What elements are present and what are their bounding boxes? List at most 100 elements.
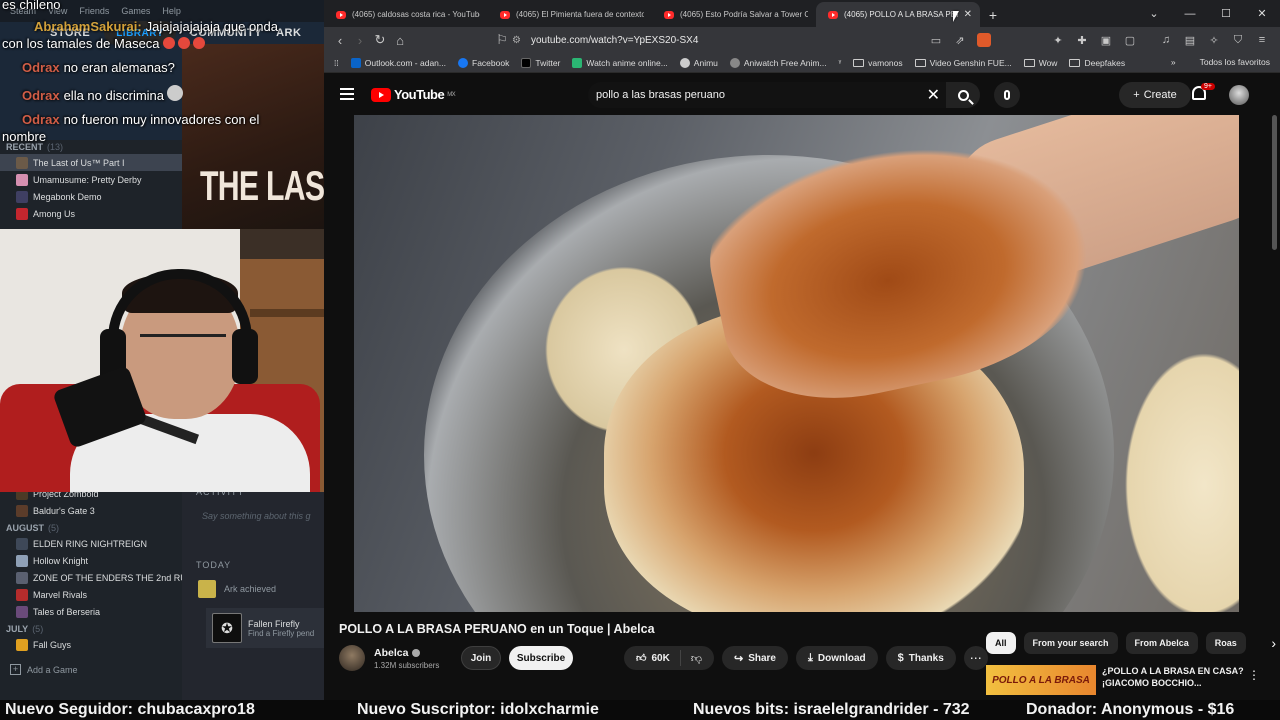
close-window-button[interactable]: ✕ [1244, 0, 1280, 27]
music-icon[interactable]: ♫ [1156, 30, 1176, 50]
vpn-icon[interactable]: ⛉ [1228, 30, 1248, 50]
clear-search-icon[interactable]: ✕ [927, 85, 940, 105]
chevron-right-icon[interactable]: › [1271, 635, 1276, 651]
home-button[interactable]: ⌂ [390, 30, 410, 50]
verified-icon [412, 648, 421, 657]
bookmark-folder[interactable]: vamonos [853, 58, 903, 68]
game-item[interactable]: Fall Guys [0, 636, 182, 653]
maximize-button[interactable]: ☐ [1208, 0, 1244, 27]
site-info-icon[interactable]: ⚙ [512, 35, 521, 46]
dislike-button[interactable]: 👎︎ [681, 652, 714, 665]
steam-menu-friends[interactable]: Friends [79, 6, 109, 16]
cast-icon[interactable]: ▭ [926, 30, 946, 50]
game-label: Megabonk Demo [33, 191, 102, 202]
bookmark-item[interactable]: Twitter [521, 57, 560, 68]
browser-tab[interactable]: (4065) Esto Podría Salvar a Tower Of [652, 2, 816, 27]
steam-menu-games[interactable]: Games [121, 6, 150, 16]
game-item[interactable]: Hollow Knight [0, 552, 182, 569]
close-tab-icon[interactable]: ✕ [964, 9, 972, 20]
youtube-logo[interactable]: YouTube MX [371, 87, 456, 102]
activity-input[interactable]: Say something about this g [196, 505, 322, 527]
join-button[interactable]: Join [461, 646, 501, 670]
puzzle-icon[interactable]: ✚ [1072, 30, 1092, 50]
bookmark-page-icon[interactable]: ⚐ [492, 30, 512, 50]
search-input[interactable]: pollo a las brasas peruano ✕ [588, 82, 946, 108]
game-item[interactable]: Among Us [0, 205, 182, 222]
friend-avatar[interactable] [198, 580, 216, 598]
game-item[interactable]: Marvel Rivals [0, 586, 182, 603]
youtube-favicon-icon [828, 10, 838, 19]
download-button[interactable]: ⤓ Download [796, 646, 878, 670]
bookmark-item[interactable]: Watch anime online... [572, 57, 668, 68]
bookmark-folder[interactable]: Wow [1023, 58, 1057, 68]
reload-button[interactable]: ↻ [370, 30, 390, 50]
video-player[interactable] [354, 115, 1239, 612]
forward-button[interactable]: › [350, 30, 370, 50]
voice-search-button[interactable] [994, 82, 1020, 108]
bookmark-item[interactable]: Outlook.com - adan... [350, 57, 446, 68]
bookmark-item[interactable]: Animu [679, 57, 718, 68]
add-game-button[interactable]: + Add a Game [10, 664, 78, 675]
extension-icon[interactable]: ✦ [1048, 30, 1068, 50]
page-scrollbar[interactable] [1272, 115, 1277, 250]
section-august[interactable]: AUGUST (5) [0, 521, 182, 535]
channel-name[interactable]: Abelca [374, 647, 439, 659]
create-button[interactable]: + Create [1119, 82, 1191, 108]
section-july[interactable]: JULY (5) [0, 622, 182, 636]
game-item[interactable]: Baldur's Gate 3 [0, 502, 182, 519]
chat-username: Odrax [22, 88, 60, 103]
recommended-more-icon[interactable]: ⋮ [1248, 668, 1260, 682]
browser-tab[interactable]: (4065) El Pimienta fuera de contexto [488, 2, 652, 27]
game-item[interactable]: The Last of Us™ Part I [0, 154, 182, 171]
share-button[interactable]: ↪ Share [721, 646, 788, 670]
bookmark-item[interactable]: Facebook [458, 57, 509, 68]
search-button[interactable] [946, 82, 980, 108]
bookmark-item[interactable]: ᵞ [839, 58, 842, 67]
achievement-card[interactable]: ✪ Fallen Firefly Find a Firefly pend [206, 608, 324, 648]
share-icon[interactable]: ⇗ [950, 30, 970, 50]
game-item[interactable]: ZONE OF THE ENDERS THE 2nd RU [0, 569, 182, 586]
bookmark-label: Todos los favoritos [1199, 57, 1270, 67]
game-item[interactable]: Megabonk Demo [0, 188, 182, 205]
bookmark-folder[interactable]: Video Genshin FUE... [914, 58, 1012, 68]
more-actions-button[interactable]: ⋯ [963, 646, 988, 670]
region-code: MX [447, 91, 456, 98]
thanks-button[interactable]: $ Thanks [885, 646, 956, 670]
steam-menu-help[interactable]: Help [162, 6, 181, 16]
hamburger-menu-icon[interactable] [340, 88, 354, 100]
bookmark-item[interactable]: Aniwatch Free Anim... [729, 57, 827, 68]
minimize-button[interactable]: — [1172, 0, 1208, 27]
chip-roast[interactable]: Roas [1205, 632, 1246, 654]
sidebar-icon[interactable]: ▣ [1096, 30, 1116, 50]
game-item[interactable]: ELDEN RING NIGHTREIGN [0, 535, 182, 552]
chip-all[interactable]: All [986, 632, 1016, 654]
recommended-video[interactable]: POLLO A LA BRASA ¿POLLO A LA BRASA EN CA… [986, 665, 1256, 695]
subscribe-button[interactable]: Subscribe [509, 646, 573, 670]
new-tab-button[interactable]: + [980, 2, 1006, 27]
leo-ai-icon[interactable]: ✧ [1204, 30, 1224, 50]
chip-from-search[interactable]: From your search [1023, 632, 1118, 654]
chat-text: nombre [2, 129, 47, 144]
bookmark-folder[interactable]: Deepfakes [1069, 58, 1125, 68]
emote-icon [167, 85, 184, 101]
browser-window: (4065) caldosas costa rica - YouTube (40… [324, 0, 1280, 700]
menu-icon[interactable]: ≡ [1252, 30, 1272, 50]
game-item[interactable]: Tales of Berseria [0, 603, 182, 620]
chevron-right-icon[interactable]: » [1171, 57, 1176, 67]
notifications-button[interactable]: 9+ [1192, 83, 1215, 104]
tab-title: (4065) caldosas costa rica - YouTube [352, 10, 480, 19]
back-button[interactable]: ‹ [330, 30, 350, 50]
all-bookmarks-folder[interactable]: » Todos los favoritos [1171, 57, 1270, 67]
account-avatar[interactable] [1229, 85, 1249, 105]
game-item[interactable]: Umamusume: Pretty Derby [0, 171, 182, 188]
like-button[interactable]: 👍︎ 60K [624, 650, 681, 666]
chip-from-channel[interactable]: From Abelca [1125, 632, 1198, 654]
brave-shields-icon[interactable] [974, 30, 994, 50]
wallet-icon[interactable]: ▢ [1120, 30, 1140, 50]
tab-search-icon[interactable]: ⌄ [1136, 0, 1172, 27]
channel-avatar[interactable] [339, 645, 365, 671]
browser-tab[interactable]: (4065) caldosas costa rica - YouTube [324, 2, 488, 27]
steam-nav-ark[interactable]: ARK [276, 27, 301, 39]
apps-icon[interactable]: ⁞⁞ [334, 58, 339, 68]
reading-list-icon[interactable]: ▤ [1180, 30, 1200, 50]
